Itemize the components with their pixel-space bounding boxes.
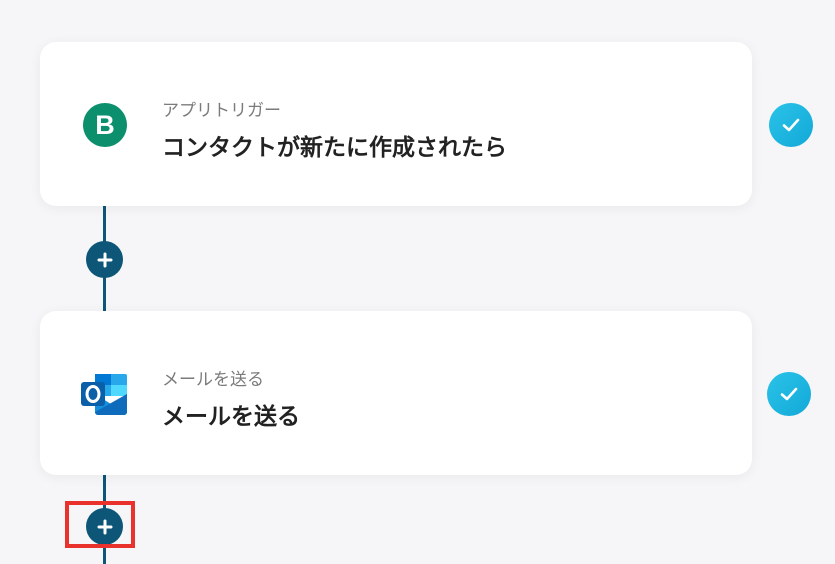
svg-text:B: B [95,110,115,140]
step-label: メールを送る [162,370,264,390]
add-step-button[interactable] [86,241,123,278]
step-card-send-mail[interactable]: メールを送る メールを送る [40,311,752,475]
highlight-box [65,501,135,548]
outlook-logo-icon [80,369,130,419]
plus-icon [97,252,112,267]
step-title: コンタクトが新たに作成されたら [162,135,507,161]
check-icon [769,103,813,147]
check-icon [767,372,811,416]
step-label: アプリトリガー [162,101,281,121]
step-card-trigger[interactable]: B アプリトリガー コンタクトが新たに作成されたら [40,42,752,206]
step-title: メールを送る [162,404,300,430]
brevo-logo-icon: B [80,100,130,150]
